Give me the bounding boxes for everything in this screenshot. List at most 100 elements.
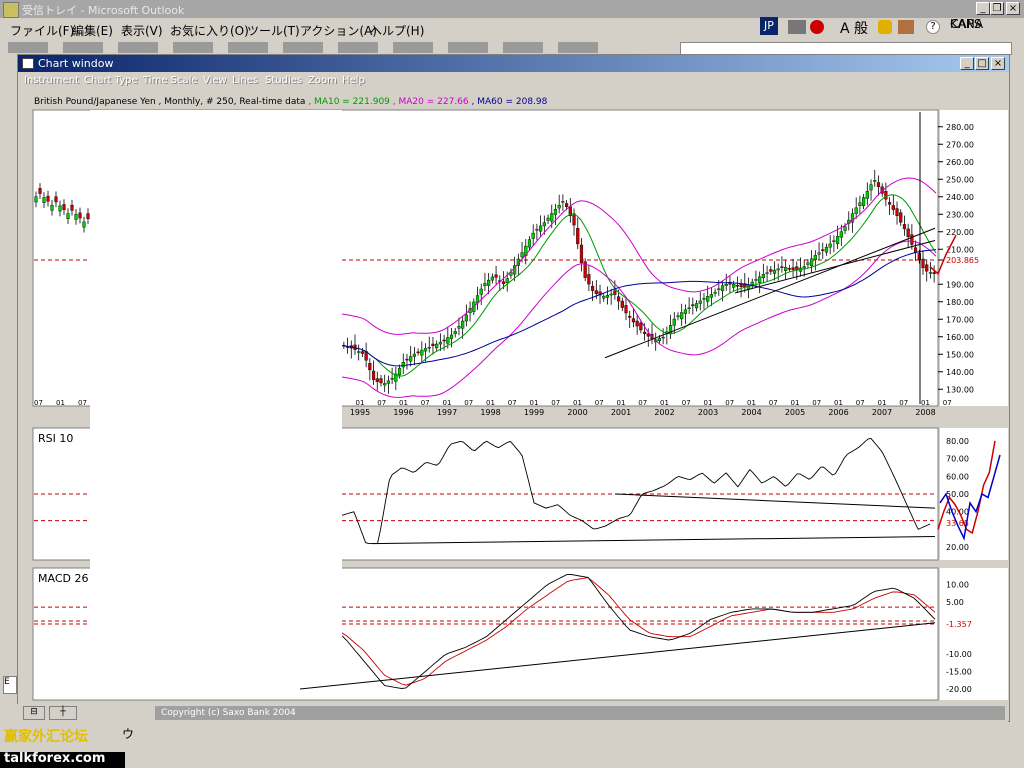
month-tick-label: 01 (878, 399, 887, 407)
price-tick-label: 280.00 (946, 123, 974, 132)
candle-body (887, 202, 892, 205)
year-tick-label: 1997 (437, 408, 457, 417)
candle-body (672, 318, 676, 326)
candle-body (401, 362, 405, 368)
candle-body (50, 204, 54, 211)
price-tick-label: 180.00 (946, 298, 974, 307)
year-tick-label: 2000 (567, 408, 587, 417)
candle-body (720, 285, 725, 292)
year-tick-label: 1996 (393, 408, 413, 417)
candle-body (609, 293, 613, 296)
month-tick-label: 07 (638, 399, 647, 407)
candle-body (616, 296, 621, 302)
year-tick-label: 2007 (872, 408, 892, 417)
candle-body (531, 232, 535, 239)
macd-tick-label: 5.00 (946, 598, 964, 607)
blank-overlay (90, 110, 342, 640)
candle-body (383, 383, 387, 386)
candle-body (761, 274, 765, 279)
month-tick-label: 07 (377, 399, 386, 407)
month-tick-label: 07 (899, 399, 908, 407)
month-tick-label: 07 (421, 399, 430, 407)
candle-body (724, 284, 728, 286)
rsi-tick-label: 20.00 (946, 543, 969, 552)
candle-body (772, 269, 777, 274)
candle-body (750, 281, 754, 285)
candle-body (490, 276, 494, 281)
candle-body (386, 380, 391, 384)
candle-body (576, 228, 580, 245)
candle-body (435, 343, 439, 349)
candle-body (590, 285, 595, 291)
candle-body (412, 353, 416, 357)
candle-body (46, 195, 50, 202)
candle-body (431, 343, 435, 347)
candle-body (357, 351, 361, 353)
macd-tick-label: -15.00 (946, 668, 972, 677)
candle-body (854, 207, 858, 214)
watermark-site: talkforex.com (4, 751, 106, 766)
month-tick-label: 07 (682, 399, 691, 407)
price-tick-label: 140.00 (946, 368, 974, 377)
candle-body (795, 266, 799, 270)
month-tick-label: 01 (617, 399, 626, 407)
year-tick-label: 1998 (480, 408, 500, 417)
macd-panel-title: MACD 26 (38, 572, 88, 585)
candle-body (624, 305, 628, 314)
candle-body (709, 294, 713, 298)
year-tick-label: 2006 (828, 408, 848, 417)
year-tick-label: 1995 (350, 408, 370, 417)
crosshair-tool-icon[interactable]: ┼ (49, 706, 77, 720)
candle-body (657, 338, 662, 341)
candle-body (557, 205, 561, 209)
price-tick-label: 130.00 (946, 385, 974, 394)
candle-body (494, 274, 498, 278)
candle-body (765, 272, 769, 274)
candle-body (828, 243, 832, 248)
taskbar-fragment: ウ (122, 727, 135, 741)
candle-body (449, 334, 454, 339)
candle-body (62, 204, 66, 210)
month-tick-label: 01 (704, 399, 713, 407)
print-icon[interactable]: ⊟ (23, 706, 45, 720)
candle-body (832, 240, 836, 243)
month-tick-label: 01 (530, 399, 539, 407)
candle-body (865, 190, 869, 199)
price-tick-label: 260.00 (946, 158, 974, 167)
candle-body (416, 351, 420, 354)
candle-body (579, 244, 584, 263)
candle-body (550, 213, 554, 222)
candle-body (694, 303, 699, 309)
candle-body (446, 337, 450, 344)
month-tick-label: 01 (443, 399, 452, 407)
month-tick-label: 07 (595, 399, 604, 407)
candle-body (631, 318, 636, 323)
candle-body (895, 208, 899, 217)
candle-body (520, 252, 524, 258)
candle-body (642, 331, 647, 334)
month-tick-label: 01 (399, 399, 408, 407)
macd-tick-label: -20.00 (946, 685, 972, 694)
candle-body (371, 370, 376, 380)
candle-body (735, 285, 739, 287)
price-tick-label: 203.865 (946, 256, 979, 265)
macd-tick-label: 10.00 (946, 580, 969, 589)
month-tick-label: 07 (725, 399, 734, 407)
candle-body (613, 290, 617, 295)
month-tick-label: 01 (660, 399, 669, 407)
candle-body (539, 225, 543, 232)
year-tick-label: 2004 (741, 408, 761, 417)
price-tick-label: 190.00 (946, 280, 974, 289)
candle-body (680, 312, 684, 320)
candle-body (639, 322, 643, 331)
candle-body (873, 180, 877, 182)
candle-body (884, 191, 888, 200)
candle-body (717, 288, 721, 291)
candle-body (869, 184, 873, 191)
month-tick-label: 07 (856, 399, 865, 407)
price-tick-label: 250.00 (946, 175, 974, 184)
candle-body (698, 300, 702, 304)
candle-body (42, 197, 46, 203)
candle-body (483, 283, 487, 287)
candle-body (420, 349, 424, 356)
